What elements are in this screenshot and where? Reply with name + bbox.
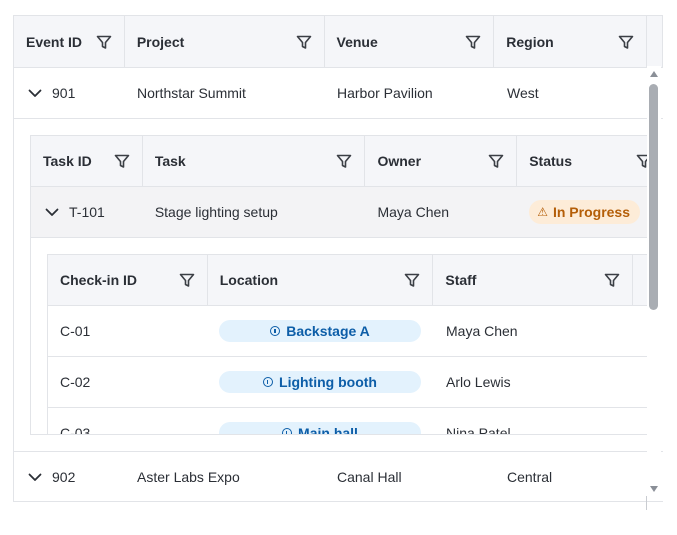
col-event-id[interactable]: Event ID (14, 16, 125, 67)
event-venue: Canal Hall (337, 469, 402, 485)
task-id: T-101 (69, 204, 105, 220)
tasks-header: Task ID Task Owner Status (31, 136, 650, 187)
chevron-down-icon[interactable] (26, 84, 44, 102)
col-owner-label: Owner (377, 153, 422, 169)
location-chip: Backstage A (219, 320, 421, 342)
chevron-down-icon[interactable] (26, 468, 44, 486)
col-staff[interactable]: Staff (433, 255, 634, 305)
checkin-staff: Arlo Lewis (446, 374, 511, 390)
location-chip: Lighting booth (219, 371, 421, 393)
status-text: In Progress (552, 204, 630, 220)
task-owner: Maya Chen (377, 204, 450, 220)
event-id: 902 (52, 469, 76, 485)
grid-edge (646, 496, 647, 510)
col-task-id-label: Task ID (43, 153, 92, 169)
filter-icon[interactable] (114, 153, 130, 169)
event-project: Northstar Summit (137, 85, 246, 101)
event-project: Aster Labs Expo (137, 469, 240, 485)
info-icon (263, 377, 274, 387)
col-owner[interactable]: Owner (365, 136, 518, 186)
table-row[interactable]: 901 Northstar Summit Harbor Pavilion Wes… (14, 68, 663, 119)
checkin-staff: Nina Patel (446, 425, 511, 435)
location-chip: Main hall (219, 422, 421, 435)
col-task-id[interactable]: Task ID (31, 136, 143, 186)
event-region: West (507, 85, 539, 101)
table-row[interactable]: C-02 Lighting booth Arlo Lewis (48, 357, 650, 408)
filter-icon[interactable] (604, 272, 620, 288)
scroll-down-arrow-icon[interactable] (650, 486, 658, 492)
col-location[interactable]: Location (208, 255, 434, 305)
col-checkin-id-label: Check-in ID (60, 272, 138, 288)
checkin-id: C-01 (60, 323, 91, 339)
col-region[interactable]: Region (494, 16, 648, 67)
col-region-label: Region (506, 33, 554, 50)
events-header: Event ID Project Venue Region (14, 16, 663, 68)
col-staff-label: Staff (445, 272, 477, 288)
col-checkin-id[interactable]: Check-in ID (48, 255, 208, 305)
col-more (647, 16, 663, 67)
table-row[interactable]: 902 Aster Labs Expo Canal Hall Central (14, 452, 663, 501)
task-name: Stage lighting setup (154, 204, 278, 220)
scroll-up-arrow-icon[interactable] (650, 71, 658, 77)
scrollbar-thumb[interactable] (649, 84, 658, 310)
filter-icon[interactable] (179, 272, 195, 288)
filter-icon[interactable] (465, 34, 481, 50)
location-text: Main hall (298, 425, 358, 435)
col-event-id-label: Event ID (26, 33, 83, 50)
task-detail-panel: Check-in ID Location Staff C-01 Backstag… (31, 238, 650, 435)
events-grid: Event ID Project Venue Region 901 Norths… (13, 15, 663, 502)
checkin-staff: Maya Chen (446, 323, 518, 339)
col-venue[interactable]: Venue (325, 16, 495, 67)
table-row[interactable]: C-01 Backstage A Maya Chen (48, 306, 650, 357)
checkins-header: Check-in ID Location Staff (48, 255, 650, 306)
status-badge: ⚠ In Progress (529, 200, 640, 224)
chevron-down-icon[interactable] (43, 203, 61, 221)
info-icon (282, 428, 293, 434)
table-row[interactable]: C-03 Main hall Nina Patel (48, 408, 650, 435)
location-text: Backstage A (286, 323, 370, 339)
col-status[interactable]: Status (517, 136, 650, 186)
col-task-label: Task (154, 153, 186, 169)
filter-icon[interactable] (296, 34, 312, 50)
event-detail-panel: Task ID Task Owner Status T-101 Stage li… (14, 119, 663, 452)
col-project-label: Project (136, 33, 185, 50)
filter-icon[interactable] (488, 153, 504, 169)
warning-icon: ⚠ (537, 205, 548, 219)
event-region: Central (507, 469, 553, 485)
filter-icon[interactable] (404, 272, 420, 288)
col-task[interactable]: Task (143, 136, 366, 186)
vertical-scrollbar[interactable] (647, 66, 661, 496)
location-text: Lighting booth (279, 374, 377, 390)
filter-icon[interactable] (96, 34, 112, 50)
info-icon (270, 326, 281, 336)
tasks-grid: Task ID Task Owner Status T-101 Stage li… (30, 135, 650, 435)
col-project[interactable]: Project (125, 16, 325, 67)
checkin-id: C-02 (60, 374, 91, 390)
filter-icon[interactable] (336, 153, 352, 169)
filter-icon[interactable] (618, 34, 634, 50)
col-status-label: Status (529, 153, 572, 169)
checkins-grid: Check-in ID Location Staff C-01 Backstag… (47, 254, 650, 435)
table-row[interactable]: T-101 Stage lighting setup Maya Chen ⚠ I… (31, 187, 650, 238)
col-venue-label: Venue (336, 33, 378, 50)
event-venue: Harbor Pavilion (337, 85, 433, 101)
event-id: 901 (52, 85, 76, 101)
checkin-id: C-03 (60, 425, 91, 435)
col-location-label: Location (219, 272, 279, 288)
